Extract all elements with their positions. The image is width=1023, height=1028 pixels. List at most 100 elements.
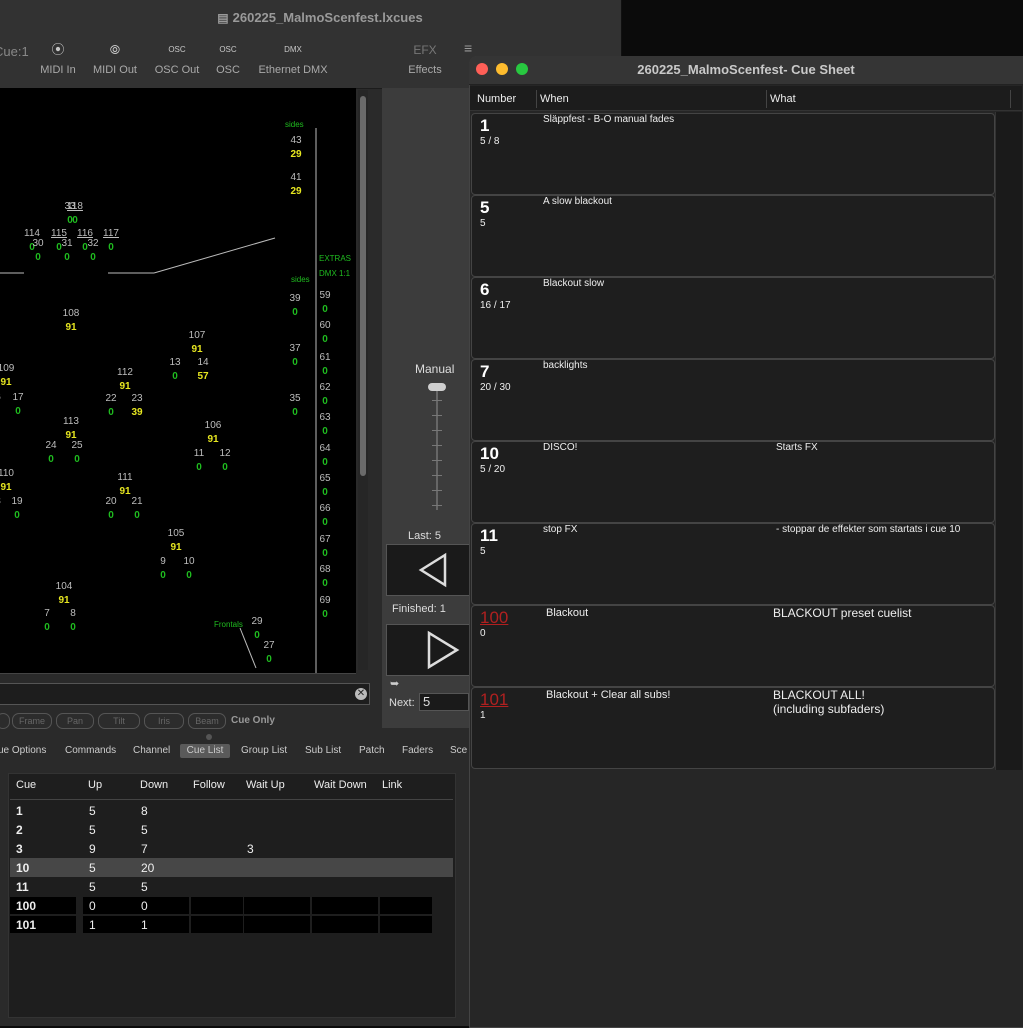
channel-67[interactable]: 67 0 [309,533,341,561]
channel-19[interactable]: 19 0 [1,495,33,523]
channel-27[interactable]: 27 0 [253,639,285,667]
channel-8[interactable]: 80 [57,607,89,635]
cue-number[interactable]: 6 [480,280,489,300]
next-cue-field[interactable]: 5 [419,693,469,711]
col-cue[interactable]: Cue [16,779,36,791]
ethernet-dmx-button[interactable]: DMX Ethernet DMX [252,36,334,76]
cue-card-5[interactable] [471,195,995,277]
tab-patch[interactable]: Patch [359,744,385,758]
cue-when-text[interactable]: A slow blackout [543,196,612,207]
table-row[interactable]: 1 5 8 [10,801,453,820]
cue-when-text[interactable]: Blackout [546,607,588,619]
channel-105[interactable]: 105 91 [160,527,192,555]
cue-number[interactable]: 11 [480,526,498,546]
cue-when-text[interactable]: DISCO! [543,442,577,453]
filter-iris[interactable]: Iris [144,713,184,729]
col-wait-up[interactable]: Wait Up [246,779,285,791]
tab-channel[interactable]: Channel [133,744,170,758]
table-row[interactable]: 11 5 5 [10,877,453,896]
filter-pan[interactable]: Pan [56,713,94,729]
table-row[interactable]: 101 1 1 [10,915,453,934]
manual-fader-knob[interactable] [428,383,446,391]
col-link[interactable]: Link [382,779,402,791]
cue-sheet-scrollbar[interactable] [995,112,1022,770]
channel-107[interactable]: 107 91 [181,329,213,357]
tab-commands[interactable]: Commands [65,744,116,758]
col-follow[interactable]: Follow [193,779,225,791]
col-down[interactable]: Down [140,779,168,791]
cue-when-text[interactable]: stop FX [543,524,577,535]
table-row[interactable]: 100 0 0 [10,896,453,915]
back-button[interactable] [386,544,472,596]
midi-in-button[interactable]: ⦿ MIDI In [36,36,80,76]
channel-35[interactable]: 35 0 [279,392,311,420]
tab-faders[interactable]: Faders [402,744,433,758]
cue-when-text[interactable]: Blackout + Clear all subs! [546,689,670,701]
channel-60[interactable]: 60 0 [309,319,341,347]
channel-62[interactable]: 62 0 [309,381,341,409]
channel-104[interactable]: 104 91 [48,580,80,608]
channel-69[interactable]: 69 0 [309,594,341,622]
table-row[interactable]: 2 5 5 [10,820,453,839]
channel-110[interactable]: 110 91 [0,467,22,495]
cue-when-text[interactable]: Släppfest - B-O manual fades [543,114,674,125]
cue-card-1[interactable] [471,113,995,195]
cue-card-11[interactable] [471,523,995,605]
channel-10[interactable]: 10 0 [173,555,205,583]
channel-41[interactable]: 41 29 [280,171,312,199]
channel-112[interactable]: 112 91 [109,366,141,394]
table-row[interactable]: 3 9 7 3 [10,839,453,858]
cue-number[interactable]: 101 [480,690,508,710]
manual-fader-track[interactable] [436,390,438,510]
cue-card-6[interactable] [471,277,995,359]
channel-109[interactable]: 109 91 [0,362,22,390]
filter-beam[interactable]: Beam [188,713,226,729]
col-when[interactable]: When [540,93,569,105]
channel-65[interactable]: 65 0 [309,472,341,500]
channel-63[interactable]: 63 0 [309,411,341,439]
channel-21[interactable]: 21 0 [121,495,153,523]
table-row[interactable]: 10 5 20 [10,858,453,877]
effects-button[interactable]: EFX Effects [402,36,448,76]
channel-106[interactable]: 106 91 [197,419,229,447]
stage-scroll-thumb[interactable] [360,96,366,476]
channel-39[interactable]: 39 0 [279,292,311,320]
channel-14[interactable]: 14 57 [187,356,219,384]
cue-number[interactable]: 1 [480,116,489,136]
cue-what-text[interactable]: Starts FX [776,442,996,453]
cue-when-text[interactable]: Blackout slow [543,278,604,289]
col-wait-down[interactable]: Wait Down [314,779,367,791]
cue-number[interactable]: 7 [480,362,489,382]
col-number[interactable]: Number [477,93,516,105]
cue-what-text[interactable]: - stoppar de effekter som startats i cue… [776,524,996,535]
col-up[interactable]: Up [88,779,102,791]
channel-23[interactable]: 23 39 [121,392,153,420]
channel-59[interactable]: 59 0 [309,289,341,317]
midi-out-button[interactable]: ⦾ MIDI Out [88,36,142,76]
tab-sub-list[interactable]: Sub List [305,744,341,758]
go-button[interactable] [386,624,472,676]
channel-64[interactable]: 64 0 [309,442,341,470]
channel-61[interactable]: 61 0 [309,351,341,379]
channel-17[interactable]: 17 0 [2,391,34,419]
tab-cue-options[interactable]: ue Options [0,744,46,758]
cue-number[interactable]: 5 [480,198,489,218]
channel-32[interactable]: 32 0 [77,237,109,265]
channel-37[interactable]: 37 0 [279,342,311,370]
tab-cue-list[interactable]: Cue List [180,744,230,758]
filter-frame[interactable]: Frame [12,713,52,729]
cue-card-7[interactable] [471,359,995,441]
tab-scenes[interactable]: Sce [450,744,467,758]
cue-number[interactable]: 100 [480,608,508,628]
filter-tilt[interactable]: Tilt [98,713,140,729]
list-icon[interactable]: ≡ [464,40,472,56]
stage-view[interactable]: sides sides EXTRAS DMX 1:1 Frontals 118 0… [0,88,356,674]
split-handle[interactable] [206,734,212,740]
command-line-input[interactable] [0,683,370,705]
channel-12[interactable]: 12 0 [209,447,241,475]
cue-number[interactable]: 10 [480,444,499,464]
tab-group-list[interactable]: Group List [241,744,287,758]
channel-108[interactable]: 108 91 [55,307,87,335]
cue-what-text[interactable]: BLACKOUT preset cuelist [773,606,993,620]
osc-button[interactable]: OSC OSC [210,36,246,76]
